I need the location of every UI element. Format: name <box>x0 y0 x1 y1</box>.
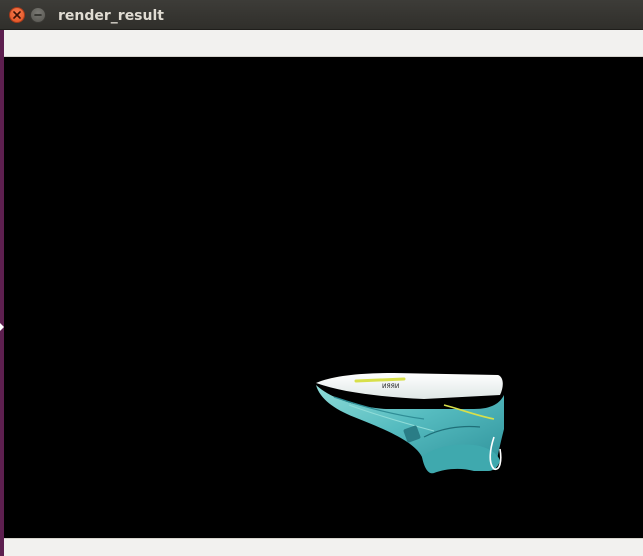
render-canvas[interactable]: ИЯЯИ <box>4 57 643 538</box>
minimize-button[interactable] <box>30 7 46 23</box>
close-button[interactable] <box>9 7 25 23</box>
render-window: render_result ИЯЯИ <box>0 0 643 556</box>
titlebar[interactable]: render_result <box>0 0 643 30</box>
minimize-icon <box>34 14 42 16</box>
toolbar-area <box>4 30 643 57</box>
rendered-shoe: ИЯЯИ <box>316 373 504 474</box>
statusbar-area <box>4 538 643 556</box>
shoe-print-text: ИЯЯИ <box>382 383 399 390</box>
close-icon <box>13 11 21 19</box>
window-title: render_result <box>58 8 164 24</box>
